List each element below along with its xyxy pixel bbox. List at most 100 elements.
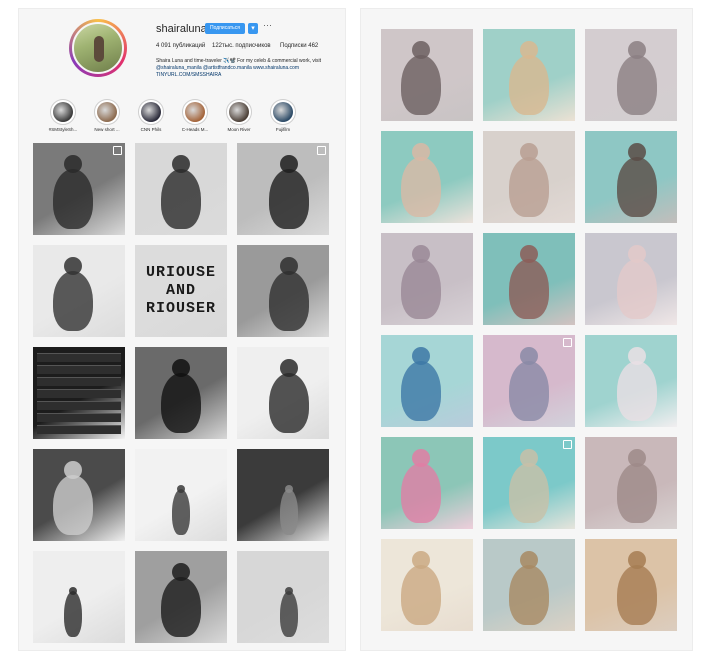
figure-head <box>285 485 293 493</box>
follow-button[interactable]: Подписаться <box>205 23 245 34</box>
story-highlight[interactable]: New short ... <box>87 99 127 132</box>
multi-post-icon <box>563 440 572 449</box>
person-figure <box>269 169 309 229</box>
highlight-label: New short ... <box>94 127 120 132</box>
post-thumbnail[interactable] <box>483 29 575 121</box>
post-thumbnail[interactable] <box>483 335 575 427</box>
post-thumbnail[interactable]: URIOUSE AND RIOUSER <box>135 245 227 337</box>
person-figure <box>53 169 93 229</box>
post-thumbnail[interactable] <box>237 347 329 439</box>
person-figure <box>161 169 201 229</box>
post-thumbnail[interactable] <box>585 335 677 427</box>
post-thumbnail[interactable] <box>483 233 575 325</box>
highlight-thumbnail <box>138 99 164 125</box>
post-thumbnail[interactable] <box>135 143 227 235</box>
post-thumbnail[interactable] <box>135 347 227 439</box>
post-thumbnail[interactable] <box>381 335 473 427</box>
figure-head <box>172 563 190 581</box>
figure-head <box>64 461 82 479</box>
suggestions-dropdown-button[interactable]: ▾ <box>248 23 258 34</box>
post-thumbnail[interactable] <box>381 539 473 631</box>
person-figure <box>617 565 657 625</box>
highlight-label: CNN Phils <box>140 127 162 132</box>
highlight-thumbnail <box>226 99 252 125</box>
multi-post-icon <box>317 146 326 155</box>
departure-board-row <box>37 425 121 434</box>
bio-mentions[interactable]: @shairaluna_manila @artistfrandco.manila… <box>156 65 356 72</box>
figure-head <box>280 155 298 173</box>
person-figure <box>617 55 657 115</box>
post-thumbnail[interactable] <box>585 233 677 325</box>
post-thumbnail[interactable] <box>33 347 125 439</box>
post-thumbnail[interactable] <box>33 143 125 235</box>
followers-count[interactable]: 122тыс. подписчиков <box>212 43 280 49</box>
highlight-image <box>141 102 161 122</box>
post-thumbnail[interactable] <box>483 437 575 529</box>
highlight-label: Fujifilm <box>275 127 291 132</box>
post-thumbnail[interactable] <box>585 437 677 529</box>
following-count[interactable]: Подписки 462 <box>280 43 318 49</box>
highlight-label: #SMStyleSh... <box>48 127 78 132</box>
post-thumbnail[interactable] <box>381 131 473 223</box>
figure-head <box>520 347 538 365</box>
posts-count: 4 091 публикаций <box>156 43 206 49</box>
story-highlight[interactable]: Fujifilm <box>263 99 303 132</box>
person-figure <box>617 259 657 319</box>
post-thumbnail[interactable] <box>381 437 473 529</box>
person-figure <box>161 577 201 637</box>
bio-website-link[interactable]: TINYURL.COM/SMSSHAIRA <box>156 72 356 79</box>
figure-head <box>520 41 538 59</box>
person-figure <box>53 475 93 535</box>
highlight-image <box>229 102 249 122</box>
post-thumbnail[interactable] <box>483 131 575 223</box>
person-figure <box>53 271 93 331</box>
figure-head <box>285 587 293 595</box>
post-thumbnail[interactable] <box>33 551 125 643</box>
figure-head <box>628 143 646 161</box>
post-thumbnail[interactable] <box>381 233 473 325</box>
departure-board-row <box>37 401 121 410</box>
right-post-grid <box>381 29 677 631</box>
post-thumbnail[interactable] <box>483 539 575 631</box>
story-highlight[interactable]: C-Heads M... <box>175 99 215 132</box>
story-highlight[interactable]: Moon River <box>219 99 259 132</box>
post-thumbnail[interactable] <box>237 449 329 541</box>
departure-board-row <box>37 389 121 398</box>
post-thumbnail[interactable] <box>237 551 329 643</box>
post-thumbnail[interactable] <box>135 551 227 643</box>
options-menu-icon[interactable]: ··· <box>263 20 272 30</box>
figure-head <box>412 551 430 569</box>
person-figure <box>401 55 441 115</box>
profile-username: shairaluna <box>156 23 207 35</box>
post-thumbnail[interactable] <box>585 539 677 631</box>
highlight-thumbnail <box>182 99 208 125</box>
post-thumbnail[interactable] <box>33 245 125 337</box>
profile-avatar[interactable] <box>69 19 127 77</box>
figure-head <box>412 449 430 467</box>
figure-head <box>520 449 538 467</box>
post-thumbnail[interactable] <box>585 29 677 121</box>
post-thumbnail[interactable] <box>237 143 329 235</box>
post-thumbnail[interactable] <box>237 245 329 337</box>
person-figure <box>509 463 549 523</box>
figure-head <box>628 551 646 569</box>
bio-line: Shaira Luna and time-traveler ✈️📽️ For m… <box>156 58 322 64</box>
figure-head <box>628 245 646 263</box>
figure-head <box>172 155 190 173</box>
person-figure <box>401 157 441 217</box>
figure-head <box>412 347 430 365</box>
person-figure <box>280 591 298 637</box>
person-figure <box>172 489 190 535</box>
sign-text: URIOUSE AND RIOUSER <box>145 264 216 317</box>
post-thumbnail[interactable] <box>585 131 677 223</box>
story-highlight[interactable]: #SMStyleSh... <box>43 99 83 132</box>
post-thumbnail[interactable] <box>135 449 227 541</box>
person-figure <box>401 463 441 523</box>
story-highlight[interactable]: CNN Phils <box>131 99 171 132</box>
person-figure <box>509 157 549 217</box>
person-figure <box>617 361 657 421</box>
figure-head <box>177 485 185 493</box>
figure-head <box>69 587 77 595</box>
post-thumbnail[interactable] <box>33 449 125 541</box>
post-thumbnail[interactable] <box>381 29 473 121</box>
